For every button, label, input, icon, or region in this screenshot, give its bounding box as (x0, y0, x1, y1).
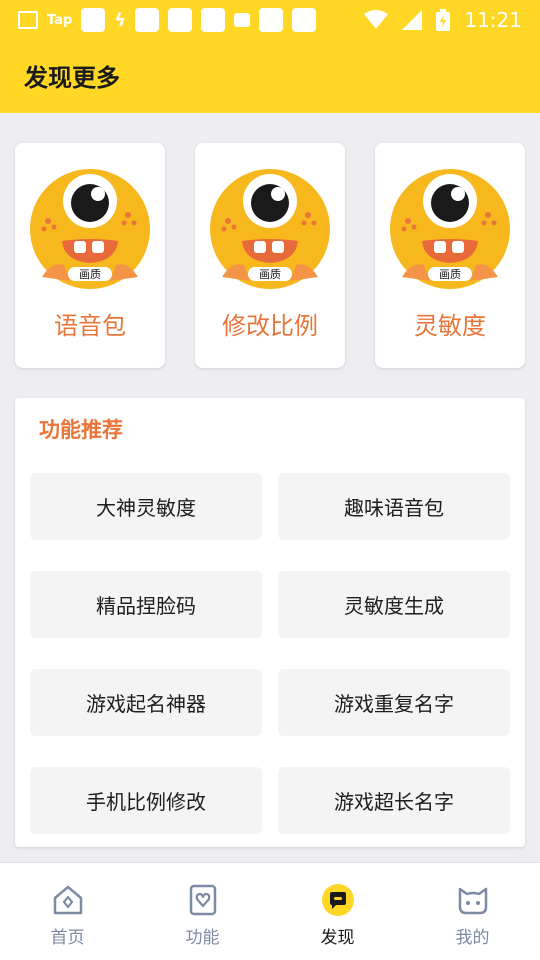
app-bar: 发现更多 (0, 40, 540, 113)
image-icon (18, 11, 38, 29)
mascot-badge: 画质 (439, 268, 461, 281)
bolt-icon: ϟ (114, 9, 127, 31)
wifi-icon (364, 10, 389, 29)
heart-icon (186, 883, 220, 917)
feature-button[interactable]: 趣味语音包 (278, 473, 510, 540)
notification-icon (259, 8, 284, 32)
feature-button[interactable]: 灵敏度生成 (278, 571, 510, 638)
nav-item-home[interactable]: 首页 (0, 863, 135, 960)
nav-label: 发现 (320, 928, 355, 948)
notification-icon (135, 8, 160, 32)
notification-icon (234, 13, 251, 27)
signal-icon (402, 10, 423, 30)
status-time: 11:21 (464, 8, 522, 32)
feature-button[interactable]: 手机比例修改 (30, 767, 262, 834)
home-icon (51, 883, 85, 917)
features-title: 功能推荐 (39, 418, 123, 442)
feature-button[interactable]: 游戏重复名字 (278, 669, 510, 736)
nav-label: 首页 (50, 928, 85, 948)
feature-button[interactable]: 游戏起名神器 (30, 669, 262, 736)
notification-icon (292, 8, 317, 32)
nav-item-features[interactable]: 功能 (135, 863, 270, 960)
nav-item-mine[interactable]: 我的 (405, 863, 540, 960)
status-bar: Tap ϟ 11:21 (0, 0, 540, 40)
card-voice-pack[interactable]: 画质 语音包 (15, 143, 165, 368)
mascot-icon: 画质 (390, 169, 510, 289)
notification-icon (81, 8, 106, 32)
cat-icon (456, 883, 490, 917)
notification-icon (168, 8, 193, 32)
feature-button[interactable]: 精品捏脸码 (30, 571, 262, 638)
card-sensitivity[interactable]: 画质 灵敏度 (375, 143, 525, 368)
card-label: 灵敏度 (414, 312, 486, 340)
mascot-icon: 画质 (210, 169, 330, 289)
page-title: 发现更多 (24, 64, 120, 92)
mascot-badge: 画质 (259, 268, 281, 281)
card-modify-ratio[interactable]: 画质 修改比例 (195, 143, 345, 368)
nav-item-discover[interactable]: 发现 (270, 863, 405, 960)
feature-button[interactable]: 大神灵敏度 (30, 473, 262, 540)
battery-icon (436, 9, 451, 31)
card-label: 修改比例 (222, 312, 318, 340)
features-panel: 功能推荐 大神灵敏度 趣味语音包 精品捏脸码 灵敏度生成 游戏起名神器 游戏重复… (15, 398, 525, 847)
bottom-nav: 首页 功能 发现 我的 (0, 862, 540, 960)
mascot-badge: 画质 (79, 268, 101, 281)
nav-label: 功能 (185, 928, 220, 948)
mascot-icon: 画质 (30, 169, 150, 289)
card-label: 语音包 (54, 312, 126, 340)
tap-icon: Tap (47, 12, 73, 28)
feature-button[interactable]: 游戏超长名字 (278, 767, 510, 834)
discover-icon (321, 883, 355, 917)
notification-icon (201, 8, 226, 32)
nav-label: 我的 (455, 928, 490, 948)
